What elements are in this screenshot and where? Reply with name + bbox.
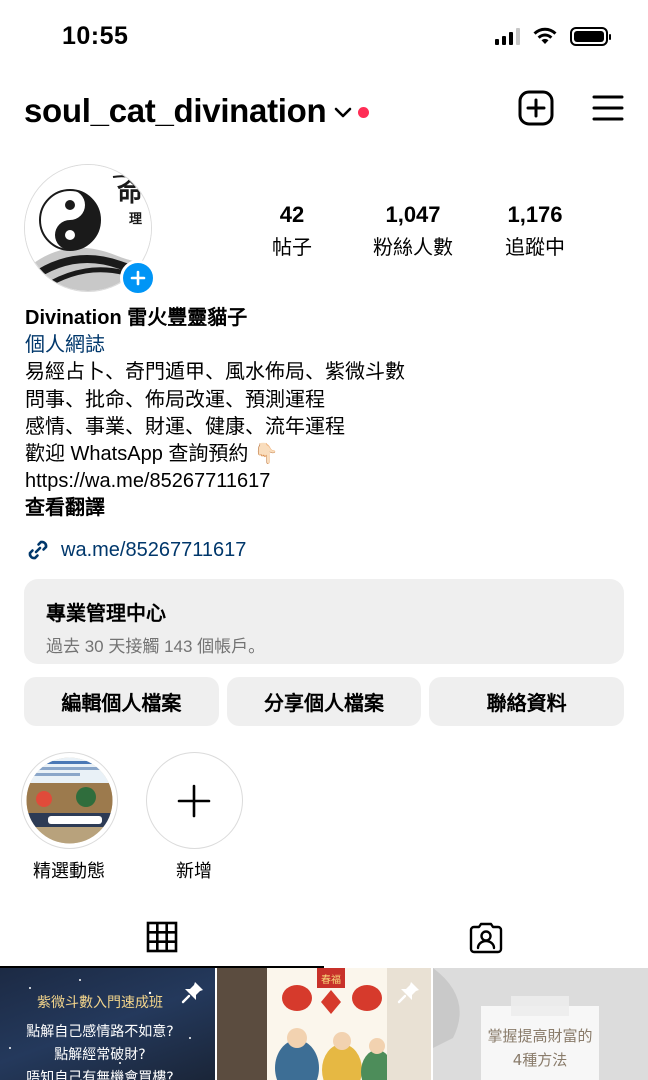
highlight-featured[interactable]: 精選動態 (19, 752, 119, 883)
display-name: Divination 雷火豐靈貓子 (25, 307, 248, 329)
post-text: 點解經常破財? (54, 1047, 145, 1063)
post-text: 唔知自己有無機會買樓? (26, 1069, 173, 1080)
profile-header: soul_cat_divination (24, 84, 624, 138)
dashboard-subtitle: 過去 30 天接觸 143 個帳戶。 (46, 637, 266, 656)
link-text: wa.me/85267711617 (61, 538, 247, 561)
add-story-button[interactable] (120, 260, 156, 296)
grid-icon (146, 921, 178, 952)
header-actions (518, 90, 624, 126)
tagged-person-icon (469, 922, 503, 953)
post-thumbnail[interactable]: 紫微斗數入門速成班 點解自己感情路不如意? 點解經常破財? 唔知自己有無機會買樓… (0, 968, 215, 1080)
stat-label: 追蹤中 (505, 237, 565, 259)
status-time: 10:55 (62, 22, 129, 50)
highlight-thumbnail-icon (26, 757, 112, 844)
highlight-cover (20, 752, 118, 849)
profile-tabs (0, 905, 648, 968)
battery-icon (570, 26, 611, 46)
stat-value: 1,176 (507, 202, 563, 227)
share-profile-button[interactable]: 分享個人檔案 (226, 677, 422, 726)
edit-profile-button[interactable]: 編輯個人檔案 (24, 677, 219, 726)
avatar-char-1: 命 (117, 177, 144, 208)
wifi-icon (533, 27, 557, 44)
bio-line: 歡迎 WhatsApp 查詢預約 👇🏻 (25, 443, 279, 466)
new-highlight-button[interactable]: 新增 (144, 752, 244, 883)
highlight-label: 精選動態 (33, 861, 105, 881)
bio-line: 問事、批命、佈局改運、預測運程 (25, 388, 325, 411)
see-translation-link[interactable]: 查看翻譯 (25, 495, 625, 522)
professional-dashboard[interactable]: 專業管理中心 過去 30 天接觸 143 個帳戶。 (24, 579, 624, 664)
link-icon (28, 540, 48, 560)
notification-dot (358, 106, 370, 118)
stat-following[interactable]: 1,176 追蹤中 (490, 202, 580, 260)
stat-value: 42 (279, 202, 305, 227)
profile-category[interactable]: 個人網誌 (25, 332, 625, 359)
plus-icon (177, 784, 211, 817)
post-text: 春福 (321, 973, 341, 986)
stat-followers[interactable]: 1,047 粉絲人數 (361, 202, 465, 260)
new-highlight-circle (145, 752, 243, 849)
status-bar: 10:55 (0, 0, 648, 72)
menu-icon[interactable] (592, 94, 624, 122)
bio-line: 感情、事業、財運、健康、流年運程 (25, 415, 345, 438)
tab-tagged[interactable] (324, 905, 648, 968)
post-thumbnail-art: 掌握提高財富的 4種方法 (433, 968, 648, 1080)
profile-link[interactable]: wa.me/85267711617 (25, 537, 246, 563)
plus-icon (130, 270, 146, 286)
post-thumbnail[interactable]: 春福 (216, 968, 432, 1080)
pin-icon (181, 982, 203, 1004)
pin-icon (398, 982, 420, 1004)
bio-url[interactable]: https://wa.me/85267711617 (25, 468, 625, 495)
stat-value: 1,047 (385, 202, 441, 227)
username[interactable]: soul_cat_divination (24, 92, 327, 130)
post-text: 紫微斗數入門速成班 (37, 995, 163, 1011)
chevron-down-icon[interactable] (334, 107, 352, 119)
bio-line: 易經占卜、奇門遁甲、風水佈局、紫微斗數 (25, 361, 405, 384)
profile-bio: Divination 雷火豐靈貓子 個人網誌 易經占卜、奇門遁甲、風水佈局、紫微… (25, 305, 625, 523)
contact-button[interactable]: 聯絡資料 (429, 677, 625, 726)
post-text: 掌握提高財富的 (488, 1027, 593, 1045)
status-icons (495, 26, 611, 46)
stat-label: 帖子 (272, 237, 312, 259)
profile-avatar[interactable]: 命 理 (24, 164, 156, 296)
stat-posts[interactable]: 42 帖子 (246, 202, 338, 260)
new-post-icon[interactable] (518, 90, 554, 126)
post-text: 點解自己感情路不如意? (26, 1023, 173, 1040)
cellular-signal-icon (495, 27, 520, 45)
dashboard-title: 專業管理中心 (46, 603, 166, 625)
stat-label: 粉絲人數 (373, 237, 453, 259)
highlight-label: 新增 (176, 861, 212, 881)
profile-action-buttons: 編輯個人檔案 分享個人檔案 聯絡資料 (24, 677, 625, 726)
posts-grid: 紫微斗數入門速成班 點解自己感情路不如意? 點解經常破財? 唔知自己有無機會買樓… (0, 968, 648, 1080)
avatar-char-2: 理 (129, 212, 142, 227)
tab-posts-grid[interactable] (0, 905, 324, 968)
post-thumbnail[interactable]: 掌握提高財富的 4種方法 (433, 968, 648, 1080)
post-text: 4種方法 (513, 1051, 568, 1069)
